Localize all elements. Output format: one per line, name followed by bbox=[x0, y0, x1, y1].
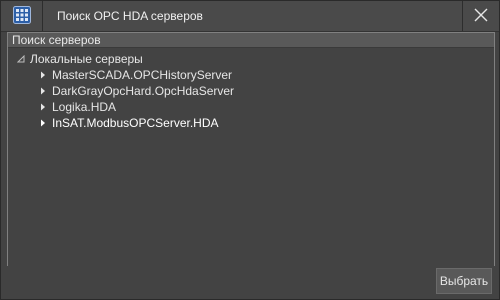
tree-item-darkgray[interactable]: DarkGrayOpcHard.OpcHdaServer bbox=[38, 83, 234, 98]
server-tree: Локальные серверы MasterSCADA.OPCHistory… bbox=[8, 48, 494, 266]
window-title: Поиск OPC HDA серверов bbox=[57, 9, 203, 23]
tree-item-logika[interactable]: Logika.HDA bbox=[38, 99, 116, 114]
expand-arrow-icon[interactable] bbox=[38, 86, 48, 96]
dialog-window: Поиск OPC HDA серверов Поиск серверов Ло… bbox=[0, 0, 500, 300]
app-icon-container bbox=[1, 1, 43, 31]
close-button[interactable] bbox=[462, 1, 499, 31]
expand-arrow-icon[interactable] bbox=[38, 102, 48, 112]
server-search-group: Поиск серверов Локальные серверы MasterS… bbox=[7, 32, 495, 267]
tree-root-local-servers[interactable]: Локальные серверы bbox=[16, 51, 143, 67]
grid-app-icon bbox=[12, 5, 31, 27]
tree-item-label: InSAT.ModbusOPCServer.HDA bbox=[52, 115, 219, 130]
tree-item-label: DarkGrayOpcHard.OpcHdaServer bbox=[52, 83, 235, 98]
expand-arrow-icon[interactable] bbox=[38, 70, 48, 80]
tree-item-label: MasterSCADA.OPCHistoryServer bbox=[52, 67, 233, 82]
expand-arrow-icon[interactable] bbox=[38, 118, 48, 128]
collapse-triangle-icon[interactable] bbox=[16, 54, 26, 64]
tree-item-masterscada[interactable]: MasterSCADA.OPCHistoryServer bbox=[38, 67, 232, 82]
title-bar: Поиск OPC HDA серверов bbox=[1, 1, 499, 32]
select-button[interactable]: Выбрать bbox=[436, 268, 492, 294]
tree-root-label: Локальные серверы bbox=[30, 52, 143, 66]
tree-item-insat[interactable]: InSAT.ModbusOPCServer.HDA bbox=[38, 115, 219, 130]
group-header: Поиск серверов bbox=[8, 33, 494, 48]
close-icon bbox=[473, 7, 489, 26]
tree-item-label: Logika.HDA bbox=[52, 99, 117, 114]
dialog-footer: Выбрать bbox=[1, 266, 499, 299]
